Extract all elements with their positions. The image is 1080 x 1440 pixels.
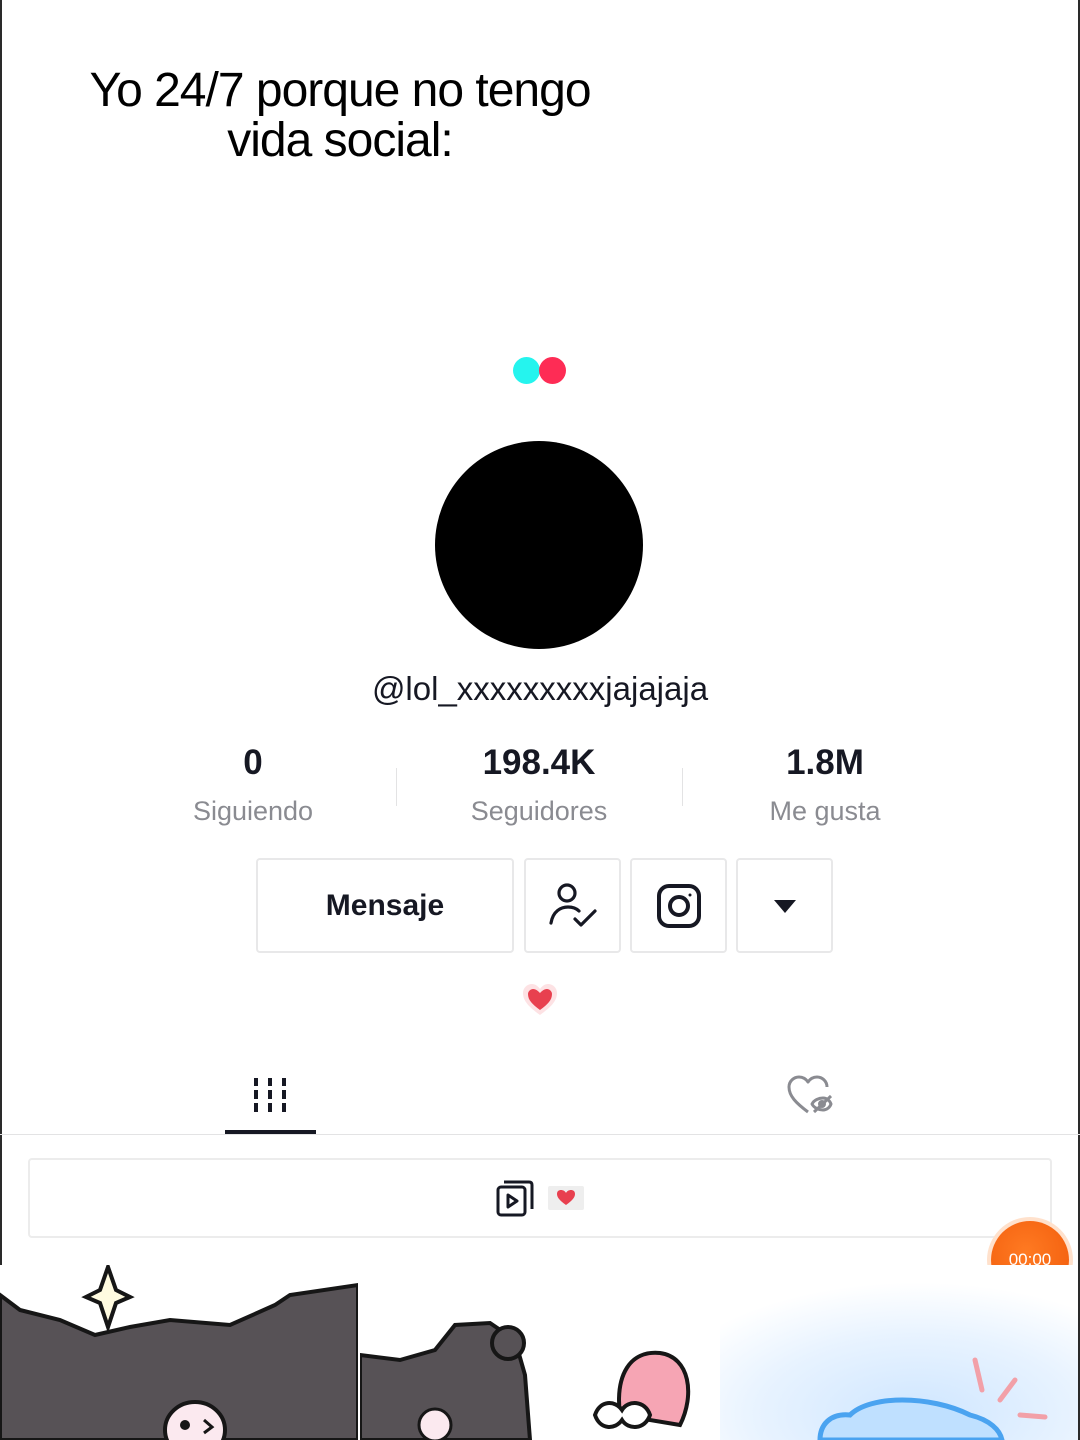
caption-line-2: vida social:	[227, 114, 453, 167]
video-thumbnail[interactable]	[720, 1265, 1078, 1440]
video-thumbnail[interactable]	[0, 1265, 358, 1440]
following-label: Siguiendo	[192, 796, 314, 826]
caret-down-icon	[773, 899, 796, 913]
followers-label: Seguidores	[470, 796, 608, 826]
playlist-bar[interactable]	[28, 1158, 1052, 1238]
likes-count: 1.8M	[786, 743, 864, 782]
followers-count: 198.4K	[482, 743, 596, 782]
profile-stats: 0 Siguiendo 198.4K Seguidores 1.8M Me gu…	[110, 740, 970, 840]
kuromi-melody-sticker-image	[360, 1265, 718, 1440]
heart-icon	[523, 984, 557, 1015]
kuromi-sticker-image	[0, 1265, 358, 1440]
blue-character-sticker-image	[720, 1265, 1078, 1440]
red-dot	[539, 357, 566, 384]
stat-followers[interactable]: 198.4K Seguidores	[396, 740, 682, 836]
tab-liked[interactable]	[760, 1060, 860, 1130]
tab-videos[interactable]	[220, 1060, 320, 1130]
instagram-button[interactable]	[630, 858, 727, 953]
left-edge	[0, 0, 2, 1440]
more-options-button[interactable]	[736, 858, 833, 953]
loading-dots-icon	[513, 357, 569, 385]
caption-line-1: Yo 24/7 porque no tengo	[89, 64, 591, 117]
cyan-dot	[513, 357, 540, 384]
liked-hidden-icon	[787, 1075, 833, 1114]
stat-following[interactable]: 0 Siguiendo	[110, 740, 396, 836]
following-button[interactable]	[524, 858, 621, 953]
stat-likes[interactable]: 1.8M Me gusta	[682, 740, 968, 836]
message-button[interactable]: Mensaje	[256, 858, 514, 953]
playlist-icon	[496, 1180, 534, 1217]
heart-letter-icon	[548, 1186, 584, 1210]
videos-grid-icon	[254, 1078, 286, 1112]
user-check-icon	[548, 882, 597, 927]
following-count: 0	[243, 743, 263, 782]
meme-caption: Yo 24/7 porque no tengo vida social:	[40, 66, 640, 166]
tabs-divider	[0, 1134, 1080, 1135]
video-thumbnail[interactable]	[360, 1265, 718, 1440]
username: @lol_xxxxxxxxxjajajaja	[371, 670, 709, 707]
avatar[interactable]	[435, 441, 643, 649]
likes-label: Me gusta	[769, 796, 881, 826]
instagram-icon	[656, 883, 701, 928]
